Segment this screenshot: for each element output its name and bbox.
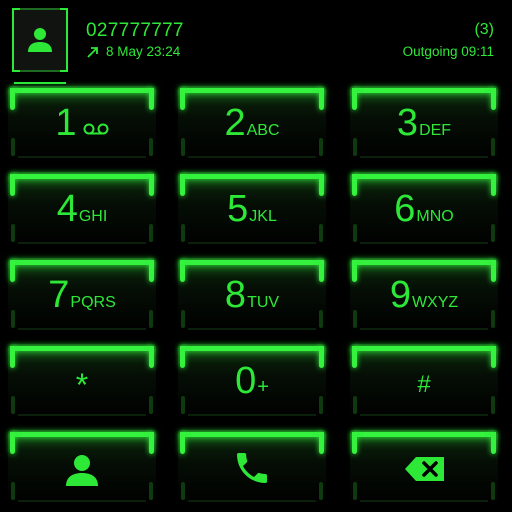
key-3[interactable]: 3 DEF	[350, 86, 498, 160]
key-letters: GHI	[78, 208, 108, 225]
key-letters: DEF	[419, 122, 452, 139]
key-9[interactable]: 9 WXYZ	[350, 258, 498, 332]
contact-icon	[66, 455, 98, 486]
phone-icon	[237, 453, 267, 483]
key-letters: TUV	[247, 294, 280, 311]
call-button[interactable]	[178, 430, 326, 504]
key-letters: +	[257, 376, 269, 398]
contact-avatar[interactable]	[12, 8, 68, 72]
key-letters: JKL	[249, 208, 277, 225]
key-8[interactable]: 8 TUV	[178, 258, 326, 332]
key-digit: 6	[394, 188, 416, 230]
key-digit: 3	[396, 102, 419, 144]
backspace-icon	[405, 457, 444, 481]
key-digit: 8	[224, 274, 247, 316]
key-digit: 9	[389, 274, 411, 316]
key-hash[interactable]: #	[350, 344, 498, 418]
key-5[interactable]: 5 JKL	[178, 172, 326, 246]
outgoing-arrow-icon	[87, 46, 98, 58]
key-symbol: #	[417, 371, 431, 398]
key-digit: 1	[55, 102, 77, 144]
key-letters: MNO	[416, 208, 454, 225]
key-digit: 7	[48, 274, 70, 316]
contacts-button[interactable]	[8, 430, 156, 504]
key-star[interactable]: *	[8, 344, 156, 418]
call-status: Outgoing 09:11	[402, 44, 494, 59]
key-7[interactable]: 7 PQRS	[8, 258, 156, 332]
call-count: (3)	[474, 21, 494, 38]
contact-icon	[28, 28, 52, 52]
key-digit: 2	[224, 102, 246, 144]
key-2[interactable]: 2 ABC	[178, 86, 326, 160]
recent-call-details: 8 May 23:24	[86, 44, 180, 59]
key-0[interactable]: 0 +	[178, 344, 326, 418]
avatar-underline	[14, 82, 66, 84]
key-letters: ABC	[246, 122, 280, 139]
key-6[interactable]: 6 MNO	[350, 172, 498, 246]
key-digit: 5	[227, 188, 249, 230]
delete-button[interactable]	[350, 430, 498, 504]
key-letters: WXYZ	[411, 294, 459, 311]
key-digit: 4	[56, 188, 78, 230]
key-digit: 0	[235, 360, 257, 402]
recent-call-date: 8 May 23:24	[106, 44, 181, 59]
voicemail-icon	[83, 123, 109, 135]
recent-call-number: 027777777	[86, 20, 184, 41]
key-letters: PQRS	[70, 294, 116, 311]
key-1[interactable]: 1	[8, 86, 156, 160]
key-4[interactable]: 4 GHI	[8, 172, 156, 246]
recent-call-header[interactable]: 027777777 8 May 23:24 (3) Outgoing 09:11	[0, 0, 512, 84]
key-symbol: *	[75, 367, 89, 403]
